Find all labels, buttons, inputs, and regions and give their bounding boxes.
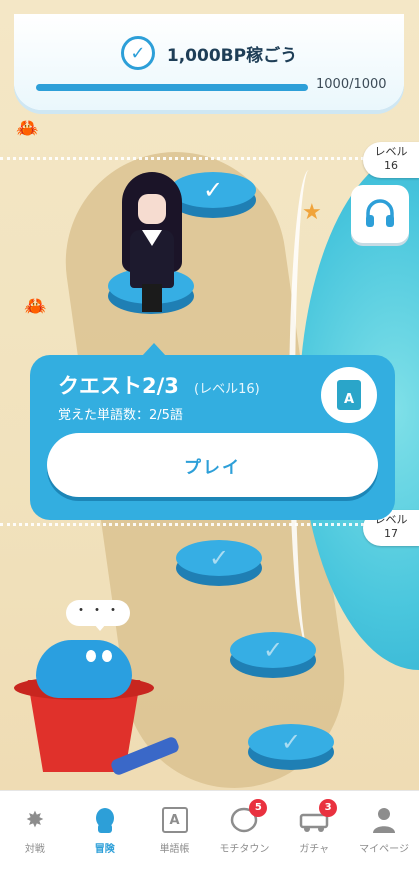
wordbook-letter: A — [161, 807, 188, 833]
book-icon: A — [337, 380, 361, 410]
notification-badge: 3 — [319, 799, 338, 817]
nav-item-mypage[interactable]: マイページ — [349, 791, 419, 873]
headphones-icon — [366, 199, 394, 227]
check-icon: ✓ — [230, 632, 316, 668]
wordbook-icon: A — [160, 805, 190, 835]
nav-label: マイページ — [359, 844, 409, 855]
level-label: レベル — [374, 145, 408, 158]
nav-item-battle[interactable]: ✸ 対戦 — [0, 791, 70, 873]
starfish-icon: ★ — [302, 200, 322, 225]
nav-label: ガチャ — [299, 844, 330, 855]
mascot-character[interactable] — [36, 640, 132, 698]
nav-label: 単語帳 — [159, 844, 190, 855]
nav-item-town[interactable]: モチタウン 5 — [209, 791, 279, 873]
wordbook-button[interactable]: A — [321, 367, 377, 423]
check-icon: ✓ — [248, 724, 334, 760]
level-divider — [0, 157, 419, 160]
nav-label: モチタウン — [219, 844, 270, 855]
player-avatar — [118, 172, 186, 312]
level-badge-upper: レベル 16 — [363, 142, 419, 178]
mypage-icon — [369, 805, 399, 835]
level-number: 17 — [384, 527, 398, 540]
quest-title: クエスト2/3 — [58, 374, 179, 398]
goal-progress-text: 1000/1000 — [316, 77, 387, 92]
speech-bubble: ・・・ — [66, 600, 130, 631]
stage-disc-locked[interactable]: ✓ — [230, 632, 316, 678]
nav-item-gacha[interactable]: ガチャ 3 — [279, 791, 349, 873]
goal-card[interactable]: ✓ 1,000BP稼ごう 1000/1000 — [14, 14, 404, 110]
battle-icon: ✸ — [25, 807, 45, 833]
nav-label: 対戦 — [24, 844, 45, 855]
stage-disc-locked[interactable]: ✓ — [248, 724, 334, 770]
goal-title: 1,000BP稼ごう — [166, 45, 298, 66]
words-learned: 覚えた単語数：2/5語 — [58, 408, 183, 423]
nav-label: 冒険 — [94, 844, 115, 855]
adventure-icon — [90, 805, 120, 835]
bottom-nav: ✸ 対戦 冒険 A 単語帳 モチタウン 5 ガチャ 3 マイページ — [0, 790, 419, 873]
nav-item-wordbook[interactable]: A 単語帳 — [140, 791, 210, 873]
check-icon: ✓ — [176, 540, 262, 576]
quest-popup: クエスト2/3 (レベル16) 覚えた単語数：2/5語 A プレイ — [30, 343, 395, 520]
audio-button[interactable] — [351, 185, 409, 243]
notification-badge: 5 — [249, 799, 268, 817]
goal-progress-fill — [36, 84, 308, 91]
play-button[interactable]: プレイ — [47, 433, 378, 497]
quest-level: (レベル16) — [194, 382, 260, 397]
level-divider — [0, 523, 419, 526]
check-icon: ✓ — [120, 36, 155, 70]
crab-icon: 🦀 — [16, 118, 39, 139]
goal-progress-bar — [36, 84, 308, 91]
nav-item-adventure[interactable]: 冒険 — [70, 791, 140, 873]
crab-icon: 🦀 — [24, 296, 47, 317]
level-number: 16 — [384, 159, 398, 172]
stage-disc-locked[interactable]: ✓ — [176, 540, 262, 586]
